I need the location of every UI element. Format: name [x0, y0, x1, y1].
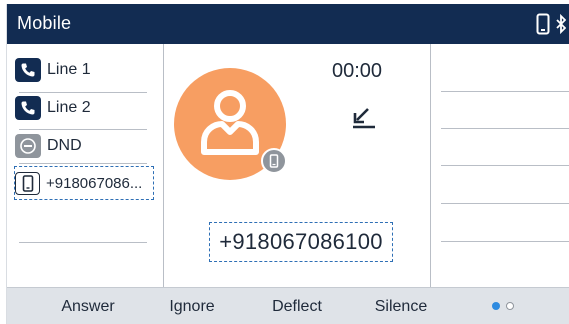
divider [19, 163, 147, 164]
silence-button[interactable]: Silence [346, 288, 456, 324]
line-key-label: +918067086... [46, 174, 143, 192]
line-key-label: Line 1 [47, 61, 91, 78]
title-bar: Mobile [7, 4, 569, 44]
line-key-line-2[interactable]: Line 2 [15, 94, 153, 122]
call-timer: 00:00 [332, 60, 383, 82]
mobile-phone-icon [536, 13, 550, 35]
divider [441, 165, 569, 166]
page-dot-active [492, 302, 500, 310]
phone-screen: Mobile Line 1 Line 2 DND +918067086... 0… [6, 4, 569, 324]
bluetooth-icon [556, 13, 566, 35]
phone-handset-icon [15, 96, 41, 120]
divider [441, 128, 569, 129]
divider [19, 242, 147, 243]
line-key-label: Line 2 [47, 99, 91, 116]
divider [19, 129, 147, 130]
divider [441, 203, 569, 204]
divider [19, 92, 147, 93]
line-key-label: DND [47, 137, 82, 154]
caller-number-field[interactable]: +918067086100 [209, 222, 393, 262]
call-panel: 00:00 +918067086100 [164, 44, 431, 287]
softkey-bar: Answer Ignore Deflect Silence [7, 287, 569, 324]
right-panel [431, 44, 569, 287]
divider [441, 241, 569, 242]
page-dot-inactive [506, 302, 514, 310]
answer-button[interactable]: Answer [33, 288, 143, 324]
screen-title: Mobile [17, 13, 72, 33]
phone-handset-icon [15, 58, 41, 82]
ignore-button[interactable]: Ignore [137, 288, 247, 324]
softkey-page-indicator[interactable] [492, 302, 514, 310]
status-icons [536, 13, 566, 35]
caller-number: +918067086100 [219, 229, 383, 254]
line-key-panel: Line 1 Line 2 DND +918067086... [7, 44, 164, 287]
line-key-line-1[interactable]: Line 1 [15, 56, 153, 84]
avatar-mobile-badge-icon [261, 148, 287, 174]
incoming-call-arrow-icon [350, 106, 378, 135]
divider [441, 91, 569, 92]
mobile-phone-icon [15, 171, 40, 195]
do-not-disturb-icon [15, 134, 41, 158]
deflect-button[interactable]: Deflect [242, 288, 352, 324]
line-key-dnd[interactable]: DND [15, 132, 153, 160]
line-key-mobile-call[interactable]: +918067086... [15, 169, 153, 197]
